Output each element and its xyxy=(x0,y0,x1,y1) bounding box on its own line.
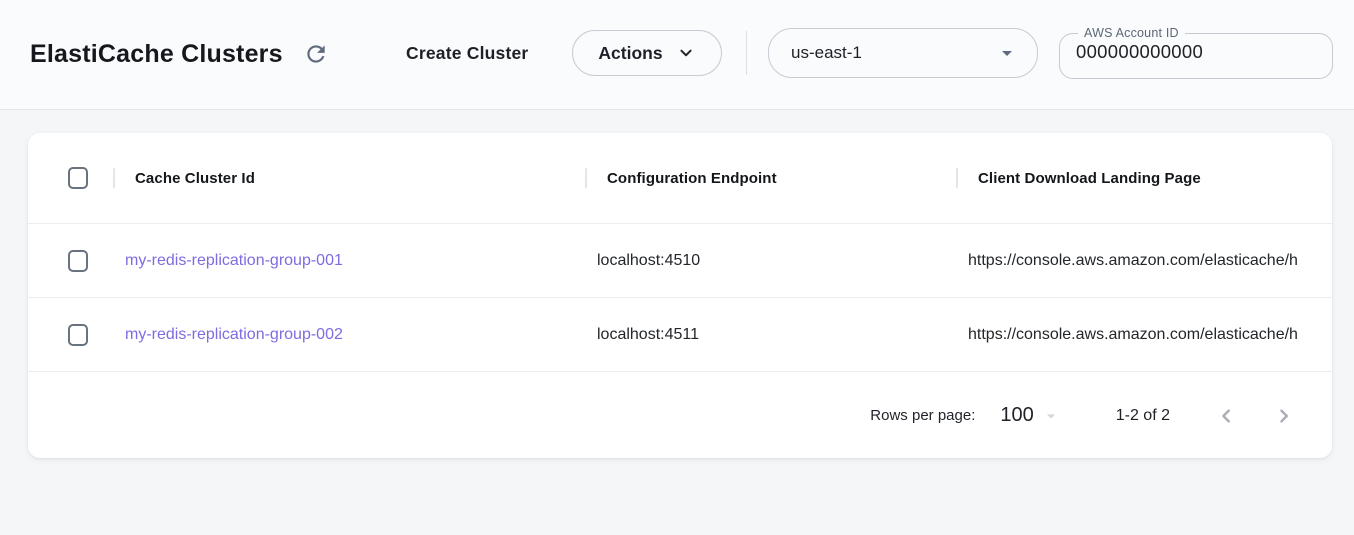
next-page-button[interactable] xyxy=(1272,404,1296,428)
dropdown-arrow-icon xyxy=(995,41,1019,65)
table-row: my-redis-replication-group-002 localhost… xyxy=(28,298,1332,372)
rows-per-page-value: 100 xyxy=(1000,404,1033,427)
row-checkbox[interactable] xyxy=(68,250,88,272)
chevron-down-icon xyxy=(676,43,696,63)
region-select-value: us-east-1 xyxy=(791,43,862,63)
chevron-right-icon xyxy=(1272,416,1296,431)
cluster-link[interactable]: my-redis-replication-group-002 xyxy=(125,326,343,343)
cell-landing-page: https://console.aws.amazon.com/elasticac… xyxy=(956,252,1332,270)
aws-account-id-label: AWS Account ID xyxy=(1078,26,1185,40)
refresh-button[interactable] xyxy=(302,41,330,69)
pagination-range-label: 1-2 of 2 xyxy=(1116,407,1170,425)
cell-configuration-endpoint: localhost:4510 xyxy=(585,252,956,270)
column-header-client-download-landing-page[interactable]: Client Download Landing Page xyxy=(956,133,1332,223)
clusters-table-card: Cache Cluster Id Configuration Endpoint … xyxy=(28,133,1332,458)
chevron-left-icon xyxy=(1214,416,1238,431)
row-checkbox[interactable] xyxy=(68,324,88,346)
header-checkbox-cell xyxy=(28,167,113,189)
row-checkbox-cell xyxy=(28,250,113,272)
page-title: ElastiCache Clusters xyxy=(30,39,283,69)
cluster-link[interactable]: my-redis-replication-group-001 xyxy=(125,252,343,269)
refresh-icon xyxy=(303,55,329,70)
top-toolbar: ElastiCache Clusters Create Cluster Acti… xyxy=(0,0,1354,110)
table-row: my-redis-replication-group-001 localhost… xyxy=(28,224,1332,298)
cell-landing-page: https://console.aws.amazon.com/elasticac… xyxy=(956,326,1332,344)
cell-cluster-id: my-redis-replication-group-001 xyxy=(113,252,585,270)
table-header-row: Cache Cluster Id Configuration Endpoint … xyxy=(28,133,1332,224)
column-header-cache-cluster-id[interactable]: Cache Cluster Id xyxy=(113,133,585,223)
row-checkbox-cell xyxy=(28,324,113,346)
cell-configuration-endpoint: localhost:4511 xyxy=(585,326,956,344)
region-select[interactable]: us-east-1 xyxy=(768,28,1038,78)
create-cluster-button[interactable]: Create Cluster xyxy=(406,40,528,67)
table-pagination: Rows per page: 100 1-2 of 2 xyxy=(28,372,1332,458)
previous-page-button[interactable] xyxy=(1214,404,1238,428)
actions-button-label: Actions xyxy=(598,43,662,64)
rows-per-page-select[interactable]: 100 xyxy=(1000,404,1060,427)
column-header-configuration-endpoint[interactable]: Configuration Endpoint xyxy=(585,133,956,223)
aws-account-id-input[interactable] xyxy=(1070,40,1310,69)
actions-button[interactable]: Actions xyxy=(572,30,722,76)
aws-account-id-field: AWS Account ID xyxy=(1059,26,1333,79)
rows-per-page-label: Rows per page: xyxy=(870,407,975,424)
toolbar-divider xyxy=(746,31,747,75)
dropdown-arrow-icon xyxy=(1041,406,1061,426)
cell-cluster-id: my-redis-replication-group-002 xyxy=(113,326,585,344)
select-all-checkbox[interactable] xyxy=(68,167,88,189)
